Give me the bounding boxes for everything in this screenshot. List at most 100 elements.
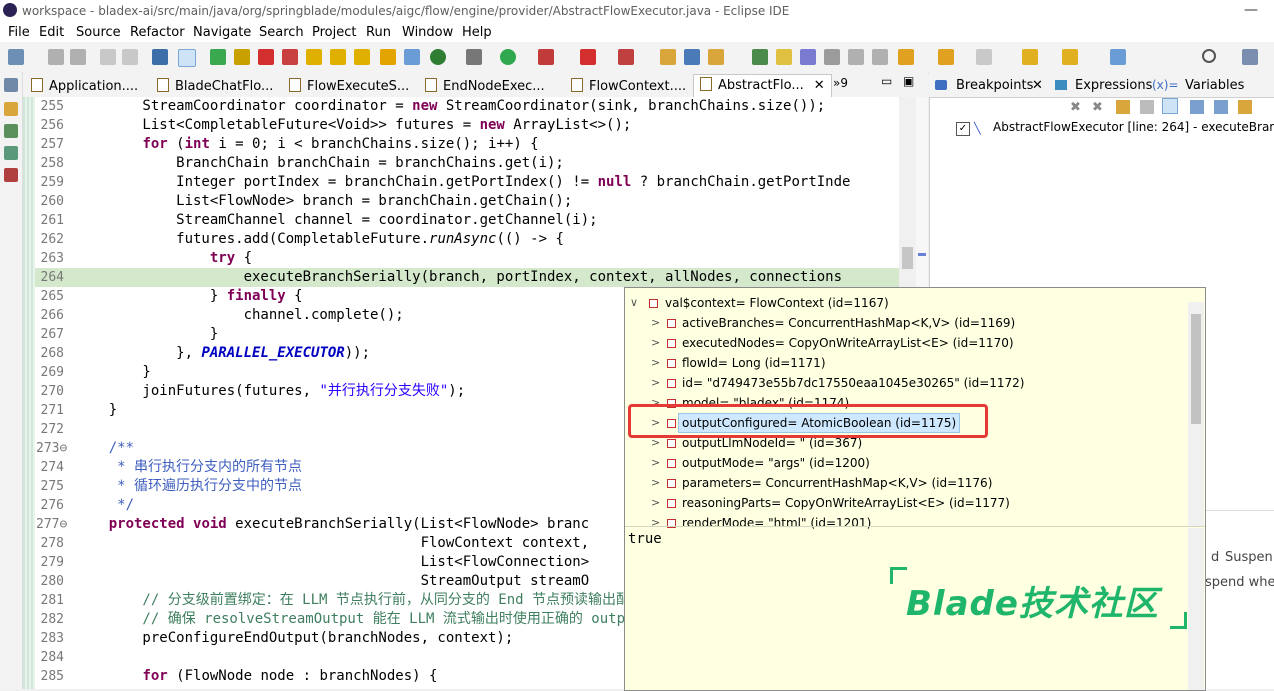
undo-icon[interactable] (100, 49, 116, 65)
code-line[interactable]: 263 try { (23, 249, 899, 268)
close-tab-icon[interactable]: ✕ (814, 78, 825, 93)
search-icon[interactable] (1202, 49, 1216, 63)
menu-navigate[interactable]: Navigate (193, 25, 251, 40)
chevron-right-icon[interactable]: > (651, 353, 660, 373)
code-line[interactable]: 258 BranchChain branchChain = branchChai… (23, 154, 899, 173)
hierarchy-icon[interactable] (4, 124, 18, 138)
breakpoint-entry[interactable]: AbstractFlowExecutor [line: 264] - execu… (993, 120, 1274, 134)
maximize-view-icon[interactable]: ▣ (903, 74, 914, 96)
overview-marker[interactable] (918, 253, 926, 256)
debug-as-icon[interactable] (466, 49, 482, 65)
pin-editor-icon[interactable] (1110, 49, 1126, 65)
suspend-icon[interactable] (234, 49, 250, 65)
open-type-icon[interactable] (660, 49, 676, 65)
code-line[interactable]: 262 futures.add(CompletableFuture.runAsy… (23, 230, 899, 249)
step-return-icon[interactable] (354, 49, 370, 65)
collapse-all-icon[interactable] (1214, 100, 1228, 114)
chevron-right-icon[interactable]: > (651, 313, 660, 333)
block-select-icon[interactable] (824, 49, 840, 65)
show-whitespace-icon[interactable] (872, 49, 888, 65)
outline-icon[interactable] (4, 146, 18, 160)
popup-row[interactable]: > activeBranches= ConcurrentHashMap<K,V> … (625, 313, 1185, 333)
suspend-option[interactable]: Suspen (1225, 550, 1273, 565)
remove-breakpoint-icon[interactable]: ✖ (1070, 100, 1084, 115)
expand-all-icon[interactable] (1190, 100, 1204, 114)
back-icon[interactable] (976, 49, 992, 65)
open-perspective-icon[interactable] (1242, 49, 1258, 65)
remove-all-breakpoints-icon[interactable]: ✖ (1092, 100, 1106, 115)
junit-icon[interactable] (4, 168, 18, 182)
save-all-icon[interactable] (70, 49, 86, 65)
popup-row[interactable]: > reasoningParts= CopyOnWriteArrayList<E>… (625, 493, 1185, 513)
go-to-file-icon[interactable] (1140, 100, 1154, 114)
chevron-down-icon[interactable]: ∨ (630, 293, 638, 313)
link-with-debug-icon[interactable] (1238, 100, 1252, 114)
popup-row[interactable]: > renderMode= "html" (id=1201) (625, 513, 1185, 533)
menu-file[interactable]: File (8, 25, 30, 40)
menu-help[interactable]: Help (462, 25, 492, 40)
open-task-icon[interactable] (684, 49, 700, 65)
minimize-view-icon[interactable]: ▭ (881, 74, 892, 96)
popup-row[interactable]: > parameters= ConcurrentHashMap<K,V> (id=… (625, 473, 1185, 493)
tab-abstractflowexecutor[interactable]: AbstractFlo... ✕ (693, 74, 832, 97)
toggle-mark-icon[interactable] (800, 49, 816, 65)
use-step-filters-icon[interactable] (404, 49, 420, 65)
code-line[interactable]: 259 Integer portIndex = branchChain.getP… (23, 173, 899, 192)
popup-scrollbar[interactable] (1188, 302, 1204, 526)
drop-to-frame-icon[interactable] (380, 49, 396, 65)
suspend-when-option[interactable]: spend when (1205, 575, 1274, 590)
chevron-right-icon[interactable]: > (651, 513, 660, 533)
popup-scrollbar-thumb[interactable] (1191, 314, 1201, 424)
minimize-button[interactable]: — (1244, 2, 1258, 18)
prev-edit-icon[interactable] (938, 49, 954, 65)
step-into-icon[interactable] (306, 49, 322, 65)
new-icon[interactable] (8, 49, 24, 65)
popup-row[interactable]: > outputMode= "args" (id=1200) (625, 453, 1185, 473)
terminate-icon[interactable] (258, 49, 274, 65)
popup-value-scrollbar[interactable] (1188, 528, 1204, 690)
disconnect-icon[interactable] (282, 49, 298, 65)
skip-breakpoints-icon[interactable] (178, 49, 196, 67)
forward-nav-icon[interactable] (1062, 49, 1078, 65)
debug-icon[interactable] (430, 49, 446, 65)
code-line[interactable]: 256 List<CompletableFuture<Void>> future… (23, 116, 899, 135)
popup-root-row[interactable]: ∨ val$context= FlowContext (id=1167) (625, 293, 1185, 313)
breakpoint-checkbox[interactable]: ✓ (956, 122, 970, 136)
chevron-right-icon[interactable]: > (651, 493, 660, 513)
close-breakpoints-icon[interactable]: ✕ (1032, 78, 1043, 93)
code-line[interactable]: 257 for (int i = 0; i < branchChains.siz… (23, 135, 899, 154)
menu-project[interactable]: Project (312, 25, 356, 40)
scrollbar-thumb[interactable] (902, 247, 913, 269)
highlight-icon[interactable] (776, 49, 792, 65)
menu-refactor[interactable]: Refactor (130, 25, 185, 40)
skip-all-breakpoints-icon[interactable] (1162, 98, 1178, 114)
run-icon[interactable] (500, 49, 516, 65)
popup-row[interactable]: > executedNodes= CopyOnWriteArrayList<E> … (625, 333, 1185, 353)
menu-run[interactable]: Run (366, 25, 391, 40)
tab-overflow[interactable]: »9 (833, 76, 848, 98)
next-edit-icon[interactable] (898, 49, 914, 65)
chevron-right-icon[interactable]: > (651, 373, 660, 393)
save-icon[interactable] (48, 49, 64, 65)
console-icon[interactable] (152, 49, 168, 65)
menu-window[interactable]: Window (402, 25, 453, 40)
next-annotation-icon[interactable] (752, 49, 768, 65)
menu-edit[interactable]: Edit (39, 25, 64, 40)
word-wrap-icon[interactable] (848, 49, 864, 65)
coverage-icon[interactable] (538, 49, 554, 65)
menu-search[interactable]: Search (259, 25, 304, 40)
code-line[interactable]: 255 StreamCoordinator coordinator = new … (23, 97, 899, 116)
tab-variables[interactable]: Variables (1185, 78, 1244, 93)
step-over-icon[interactable] (330, 49, 346, 65)
package-explorer-icon[interactable] (4, 102, 18, 116)
stop-icon[interactable] (580, 49, 596, 65)
variable-inspect-popup[interactable]: ∨ val$context= FlowContext (id=1167) > ac… (624, 287, 1206, 691)
external-tools-icon[interactable] (618, 49, 634, 65)
back-nav-icon[interactable] (1022, 49, 1038, 65)
popup-row[interactable]: > flowId= Long (id=1171) (625, 353, 1185, 373)
chevron-right-icon[interactable]: > (651, 453, 660, 473)
code-line[interactable]: 260 List<FlowNode> branch = branchChain.… (23, 192, 899, 211)
popup-row[interactable]: > id= "d749473e55b7dc17550eaa1045e30265" … (625, 373, 1185, 393)
current-code-line[interactable]: 264 executeBranchSerially(branch, portIn… (23, 268, 899, 287)
resume-icon[interactable] (210, 49, 226, 65)
